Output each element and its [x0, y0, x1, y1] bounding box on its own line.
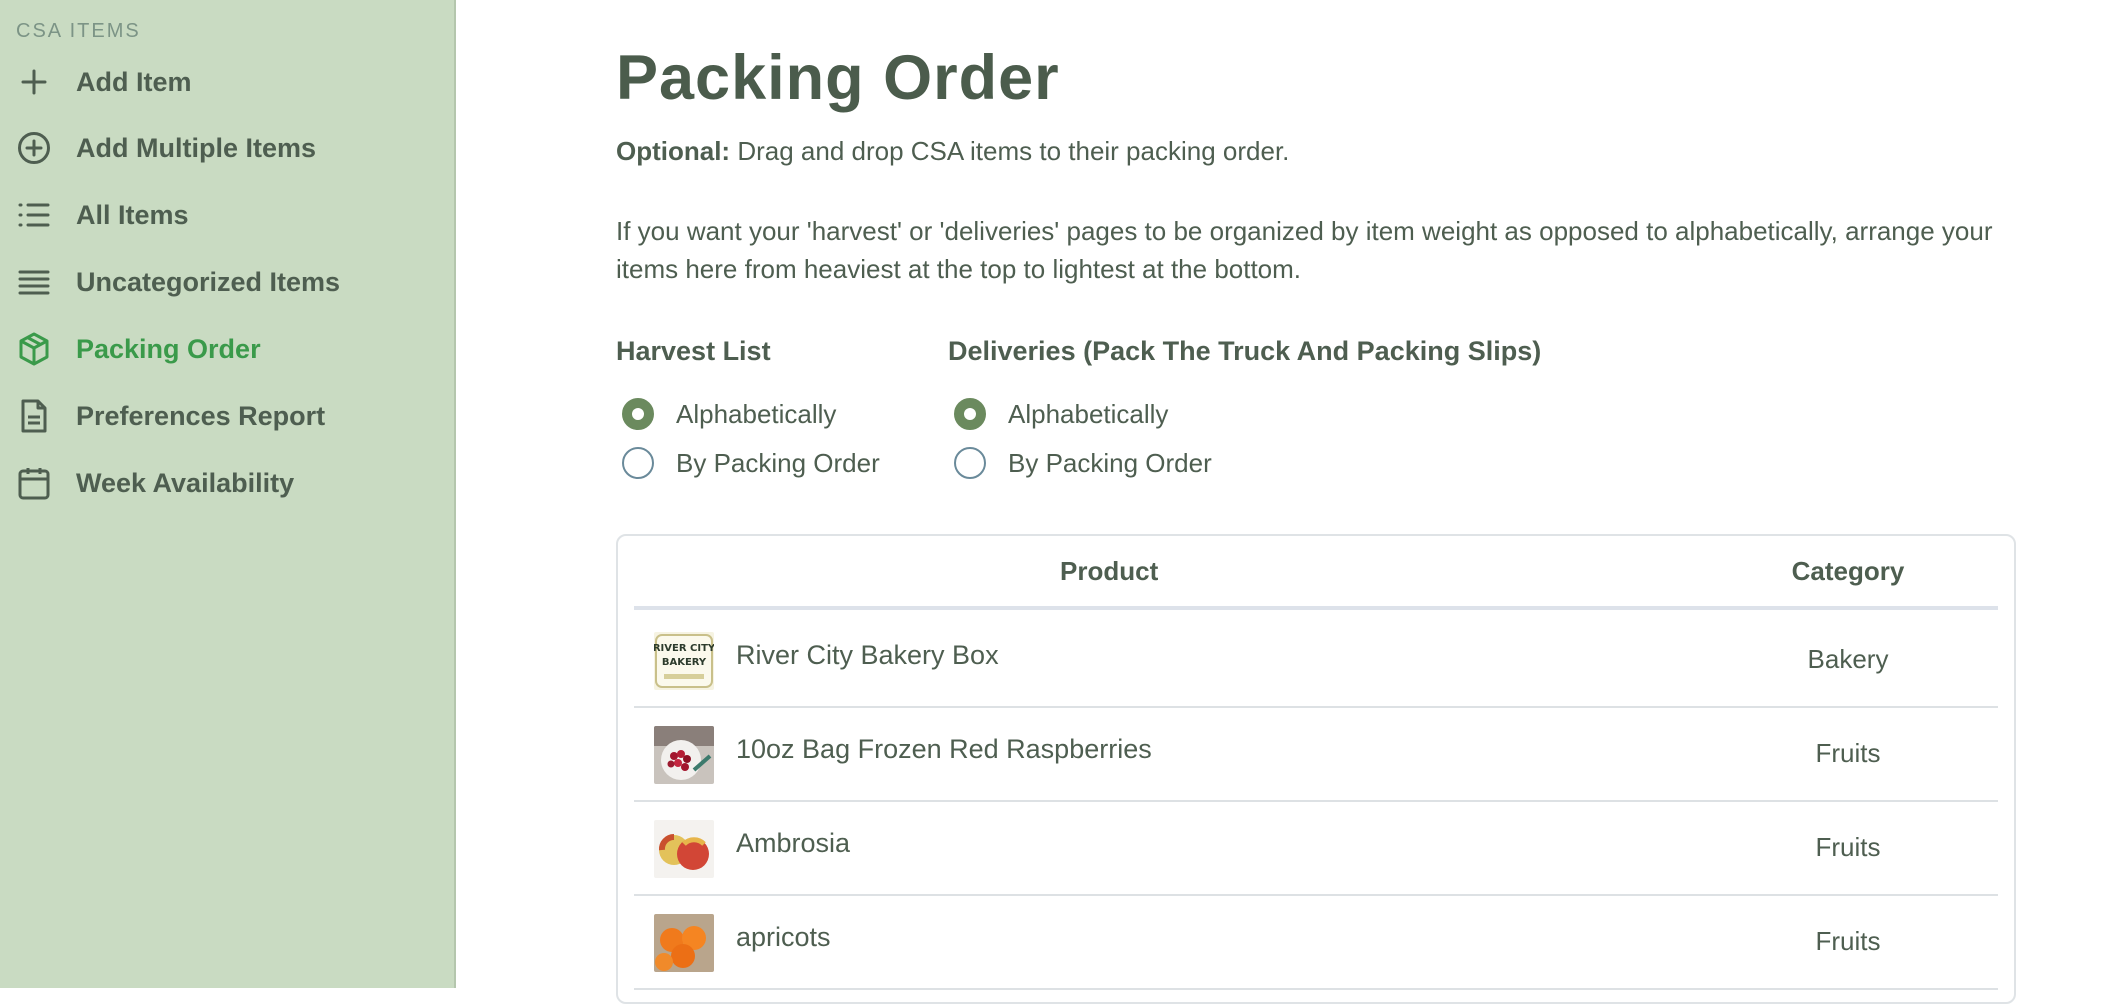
packing-order-table: Product Category RIVER CITY BAKERY River… [616, 534, 2016, 1004]
sidebar-item-label: Packing Order [76, 333, 261, 364]
optional-label: Optional: [616, 136, 731, 166]
product-name: apricots [736, 922, 831, 952]
page-title: Packing Order [616, 43, 1060, 113]
harvest-by-packing-order-option[interactable]: By Packing Order [622, 443, 880, 483]
sidebar-item-week-availability[interactable]: Week Availability [0, 457, 454, 509]
product-name: Ambrosia [736, 828, 851, 858]
list-icon [16, 197, 52, 233]
sidebar-item-preferences-report[interactable]: Preferences Report [0, 390, 454, 442]
sidebar-item-label: Preferences Report [76, 400, 326, 431]
svg-text:BAKERY: BAKERY [662, 657, 707, 668]
harvest-by-packing-order-radio[interactable] [622, 447, 654, 479]
table-row[interactable]: 10oz Bag Frozen Red Raspberries Fruits [634, 708, 1998, 802]
radio-label: Alphabetically [1008, 398, 1169, 429]
deliveries-title: Deliveries (Pack The Truck And Packing S… [948, 336, 1542, 366]
sidebar-item-label: All Items [76, 199, 189, 230]
intro-text: If you want your 'harvest' or 'deliverie… [616, 216, 1993, 284]
product-category: Fruits [1815, 738, 1881, 768]
product-thumbnail [654, 820, 714, 878]
product-category: Bakery [1807, 644, 1889, 674]
document-icon [16, 398, 52, 434]
sidebar-item-label: Uncategorized Items [76, 266, 341, 297]
calendar-icon [16, 465, 52, 501]
table-row[interactable]: RIVER CITY BAKERY River City Bakery Box … [634, 614, 1998, 708]
table-header: Product Category [634, 536, 1998, 610]
deliveries-alphabetically-option[interactable]: Alphabetically [954, 394, 1168, 434]
sidebar-item-label: Add Multiple Items [76, 132, 317, 163]
deliveries-by-packing-order-option[interactable]: By Packing Order [954, 443, 1212, 483]
sidebar-item-uncategorized-items[interactable]: Uncategorized Items [0, 256, 454, 308]
product-name: River City Bakery Box [736, 640, 999, 670]
radio-label: By Packing Order [676, 447, 880, 478]
sidebar-item-add-item[interactable]: Add Item [0, 56, 454, 108]
lines-icon [16, 264, 52, 300]
column-header-product[interactable]: Product [1060, 556, 1158, 587]
radio-label: By Packing Order [1008, 447, 1212, 478]
sidebar-item-packing-order[interactable]: Packing Order [0, 323, 454, 375]
harvest-alphabetically-radio[interactable] [622, 398, 654, 430]
optional-note: Optional: Drag and drop CSA items to the… [616, 136, 1289, 167]
harvest-alphabetically-option[interactable]: Alphabetically [622, 394, 836, 434]
sidebar: CSA ITEMS Add Item Add Multiple Items Al… [0, 0, 456, 988]
sidebar-heading: CSA ITEMS [16, 20, 141, 42]
deliveries-alphabetically-radio[interactable] [954, 398, 986, 430]
plus-circle-icon [16, 130, 52, 166]
sidebar-item-add-multiple-items[interactable]: Add Multiple Items [0, 122, 454, 174]
product-category: Fruits [1815, 832, 1881, 862]
harvest-list-title: Harvest List [616, 336, 771, 366]
product-name: 10oz Bag Frozen Red Raspberries [736, 734, 1152, 764]
column-header-category[interactable]: Category [1768, 556, 1928, 587]
sidebar-item-label: Add Item [76, 66, 192, 97]
svg-text:RIVER CITY: RIVER CITY [654, 643, 714, 654]
table-row[interactable]: apricots Fruits [634, 896, 1998, 990]
product-thumbnail [654, 914, 714, 972]
optional-text: Drag and drop CSA items to their packing… [730, 136, 1290, 166]
product-thumbnail: RIVER CITY BAKERY [654, 632, 714, 690]
product-thumbnail [654, 726, 714, 784]
table-row[interactable]: Ambrosia Fruits [634, 802, 1998, 896]
sidebar-item-label: Week Availability [76, 467, 295, 498]
plus-icon [16, 64, 52, 100]
box-icon [16, 331, 52, 367]
radio-label: Alphabetically [676, 398, 837, 429]
sidebar-item-all-items[interactable]: All Items [0, 189, 454, 241]
product-category: Fruits [1815, 926, 1881, 956]
deliveries-by-packing-order-radio[interactable] [954, 447, 986, 479]
